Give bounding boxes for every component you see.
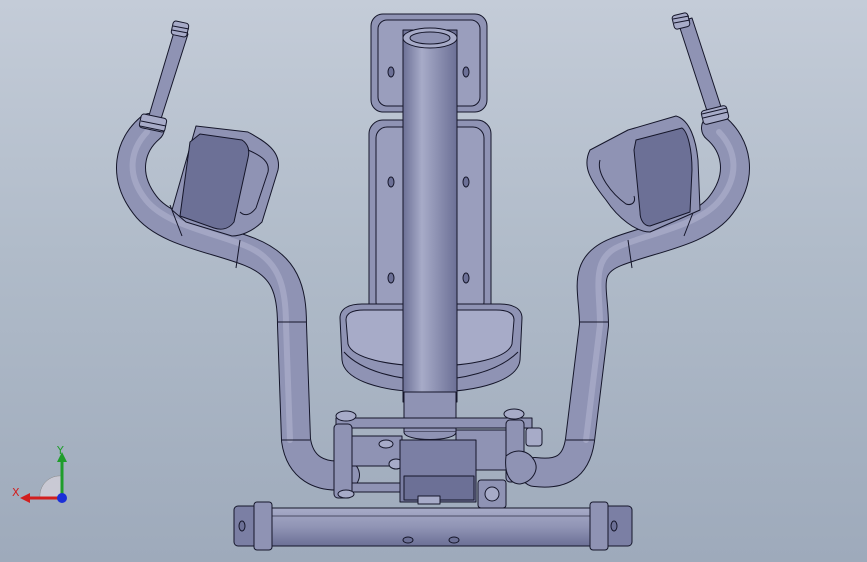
right-handle-rod xyxy=(671,12,730,125)
left-handle-rod xyxy=(138,20,190,133)
lower-frame-linkage xyxy=(333,408,543,509)
graphics-viewport[interactable]: Y X xyxy=(0,0,867,562)
x-axis-label: X xyxy=(12,486,20,499)
z-axis-dot xyxy=(57,493,67,503)
axis-triad: Y X xyxy=(12,444,67,503)
left-grip-pad xyxy=(171,125,279,237)
machine-model[interactable] xyxy=(0,0,867,562)
base-crossbar xyxy=(233,501,633,551)
right-grip-pad xyxy=(586,115,701,233)
y-axis-label: Y xyxy=(56,444,64,457)
central-column xyxy=(402,27,458,440)
